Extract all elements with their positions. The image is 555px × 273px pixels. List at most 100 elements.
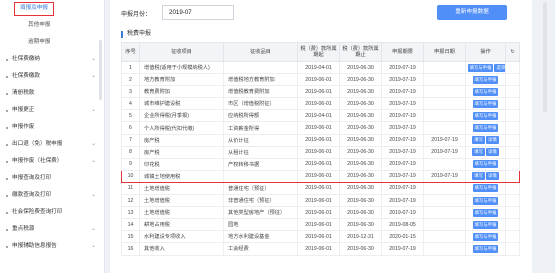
cell-end: 2019-06-30	[339, 181, 382, 196]
period-label: 申报月份：	[121, 12, 152, 18]
cell-refresh	[505, 181, 520, 196]
op-button[interactable]: 选单	[494, 63, 505, 72]
table-row: 6 个人所得税(代扣代缴) 工资薪金所得 2019-06-01 2019-06-30 20…	[121, 121, 520, 135]
sidebar-item[interactable]: 缴款查询及打印 ⌄	[0, 187, 104, 204]
bullet-icon	[6, 177, 8, 180]
op-button[interactable]: 填写与申报	[472, 208, 499, 217]
sidebar-item[interactable]: 重点税源 ⌄	[0, 221, 104, 238]
cell-start: 2019-04-01	[297, 109, 340, 123]
cell-sub	[223, 169, 298, 183]
sidebar-item[interactable]: 申报更正 ⌄	[0, 102, 104, 119]
sidebar-item-label: 申报作废	[12, 124, 35, 130]
section-title: 税费申报	[121, 31, 151, 38]
op-button[interactable]: 详情	[486, 148, 499, 157]
cell-start: 2019-06-01	[297, 157, 340, 171]
sidebar-item[interactable]: 申报辅助信息报告 ⌄	[0, 238, 104, 255]
cell-date: 2019-07-19	[423, 145, 466, 159]
page-scrollbar-track[interactable]	[543, 2, 547, 112]
cell-no: 8	[121, 145, 140, 159]
cell-start: 2019-06-01	[297, 85, 340, 99]
period-input[interactable]: 2019-07	[162, 5, 234, 20]
cell-end: 2019-06-30	[339, 60, 382, 75]
col-header-item: 征收项目	[139, 42, 224, 62]
cell-end: 2019-06-30	[339, 85, 382, 99]
op-button[interactable]: 填写与申报	[472, 220, 499, 229]
cell-end: 2019-06-30	[339, 218, 382, 232]
declaration-table: 序号 征收项目 征收品目 税（费）款所属期起 税（费）款所属期止 申报期限 申报…	[121, 42, 520, 256]
cell-ops: 填写与申报	[465, 206, 506, 220]
cell-due: 2019-07-19	[381, 60, 424, 75]
chevron-down-icon: ⌄	[90, 107, 96, 113]
op-button[interactable]: 详情	[486, 172, 499, 181]
sidebar-item[interactable]: 出口退（免）税申报 ⌄	[0, 136, 104, 153]
op-button[interactable]: 填写与申报	[472, 232, 499, 241]
cell-item: 房产税	[139, 145, 224, 159]
cell-no: 6	[121, 121, 140, 135]
cell-end: 2019-06-30	[339, 97, 382, 111]
op-button[interactable]: 填写与申报	[467, 63, 494, 72]
table-row: 12 土地增值税 非普通住宅（预征） 2019-06-01 2019-06-30 2019…	[121, 194, 520, 208]
op-button[interactable]: 填写与申报	[472, 196, 499, 205]
col-header-start: 税（费）款所属期起	[297, 42, 340, 62]
cell-date	[423, 206, 466, 220]
sidebar-item[interactable]: 清册税款	[0, 85, 104, 102]
sidebar-scrollbar[interactable]	[99, 40, 102, 100]
cell-sub: 产权转移书据	[223, 157, 298, 171]
topbar: 申报月份： 2019-07 重新申报数据	[110, 0, 532, 26]
cell-refresh	[505, 85, 520, 99]
col-header-due: 申报期限	[381, 42, 424, 62]
cell-no: 12	[121, 194, 140, 208]
cell-date	[423, 60, 466, 75]
table-header-row: 序号 征收项目 征收品目 税（费）款所属期起 税（费）款所属期止 申报期限 申报…	[121, 42, 520, 62]
cell-sub	[223, 60, 298, 75]
op-button[interactable]: 填写与申报	[472, 75, 499, 84]
op-button[interactable]: 填写与申报	[472, 87, 499, 96]
reread-button[interactable]: 重新申报数据	[437, 5, 507, 20]
sidebar-item[interactable]: 逾期申报	[0, 34, 104, 51]
cell-date	[423, 230, 466, 244]
sidebar-item[interactable]: 社会保险费查询打印	[0, 204, 104, 221]
refresh-icon[interactable]: ↻	[505, 42, 520, 62]
cell-refresh	[505, 230, 520, 244]
cell-item: 个人所得税(代扣代缴)	[139, 121, 224, 135]
op-button[interactable]: 填写与申报	[472, 124, 499, 133]
table-row: 13 土地增值税 其他类型房地产（预征） 2019-06-01 2019-06-30 20…	[121, 206, 520, 220]
cell-ops: 填写与申报	[465, 230, 506, 244]
op-button[interactable]: 填写与申报	[472, 244, 499, 253]
sidebar-item[interactable]: 社保费缴纳 ⌄	[0, 51, 104, 68]
cell-due: 2019-08-05	[381, 218, 424, 232]
cell-end: 2019-12-31	[339, 230, 382, 244]
op-button[interactable]: 填写与申报	[472, 99, 499, 108]
page-scrollbar[interactable]	[536, 0, 555, 273]
sidebar-item[interactable]: 其他申报	[0, 17, 104, 34]
cell-date	[423, 73, 466, 87]
op-button[interactable]: 详情	[486, 136, 499, 145]
cell-date	[423, 97, 466, 111]
cell-due: 2019-07-19	[381, 73, 424, 87]
op-button[interactable]: 填写	[472, 172, 485, 181]
sidebar-item-active[interactable]: 填报及申报	[0, 0, 104, 17]
cell-ops: 填写与申报	[465, 242, 506, 256]
sidebar-item[interactable]: 申报查询及打印	[0, 170, 104, 187]
chevron-down-icon: ⌄	[90, 243, 96, 249]
op-button[interactable]: 填写与申报	[472, 111, 499, 120]
sidebar-item[interactable]: 申报作废（社保费） ⌄	[0, 153, 104, 170]
op-button[interactable]: 填写与申报	[472, 184, 499, 193]
cell-start: 2019-06-01	[297, 121, 340, 135]
cell-item: 企业所得税(月季报)	[139, 109, 224, 123]
cell-date: 2019-07-19	[423, 133, 466, 147]
sidebar-item[interactable]: 社保费缴款 ⌄	[0, 68, 104, 85]
op-button[interactable]: 填写	[472, 136, 485, 145]
cell-refresh	[505, 97, 520, 111]
cell-sub: 工会经费	[223, 242, 298, 256]
chevron-down-icon: ⌄	[90, 158, 96, 164]
op-button[interactable]: 填写	[472, 148, 485, 157]
cell-start: 2019-06-01	[297, 230, 340, 244]
sidebar-item[interactable]: 申报作废	[0, 119, 104, 136]
cell-end: 2019-06-30	[339, 121, 382, 135]
cell-item: 教育费附加	[139, 85, 224, 99]
op-button[interactable]: 填写与申报	[472, 160, 499, 169]
cell-no: 9	[121, 157, 140, 171]
cell-due: 2019-07-19	[381, 169, 424, 183]
cell-ops: 填写 详情	[465, 145, 506, 159]
